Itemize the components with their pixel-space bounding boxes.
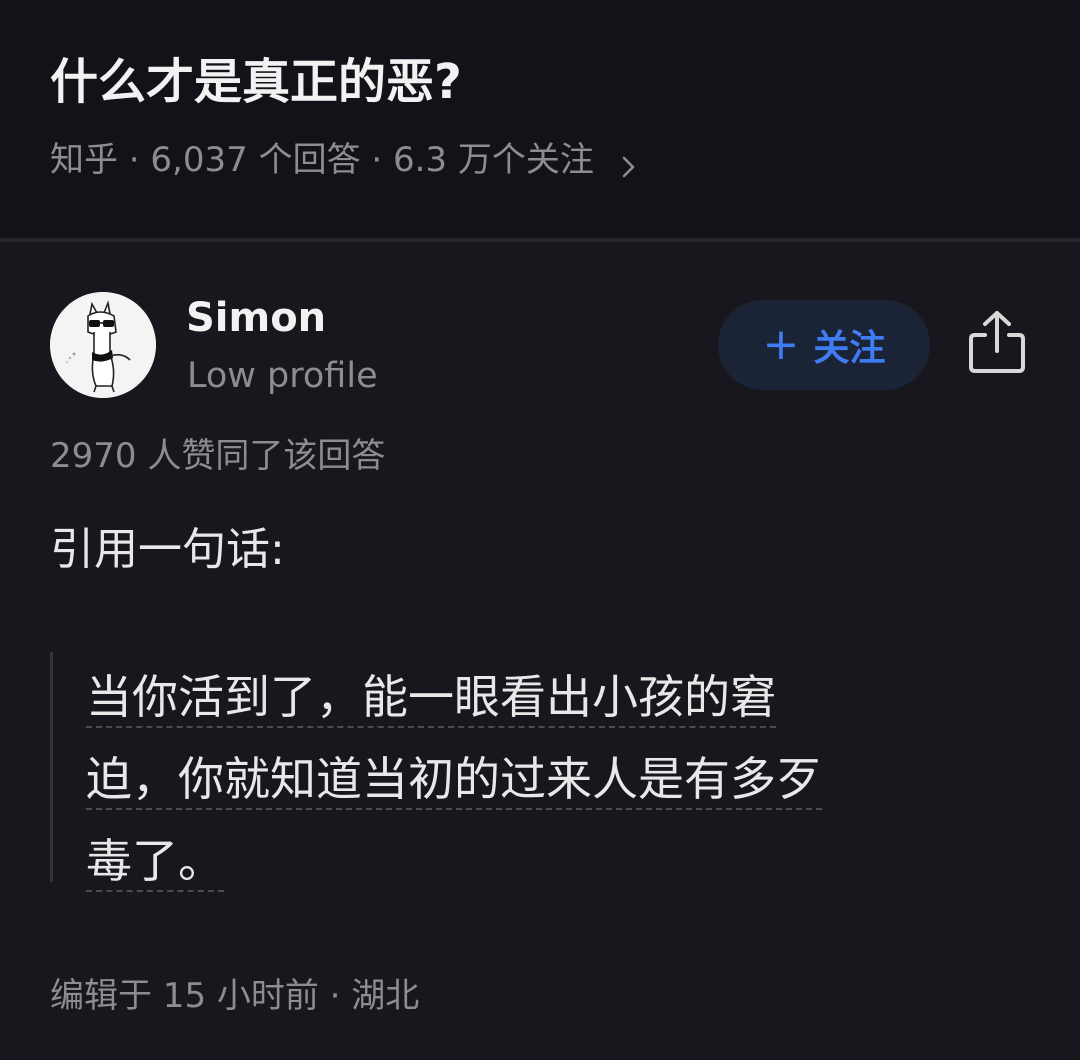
question-header: 什么才是真正的恶? 知乎 · 6,037 个回答 · 6.3 万个关注 [0,0,1080,238]
quote-line: 当你活到了，能一眼看出小孩的窘 [86,670,776,728]
plus-icon: + [762,319,800,370]
question-meta-link[interactable]: 知乎 · 6,037 个回答 · 6.3 万个关注 [50,136,642,184]
alpaca-avatar-icon [50,292,156,398]
blockquote-bar [50,652,53,882]
question-title[interactable]: 什么才是真正的恶? [50,50,462,114]
follow-label: 关注 [813,328,886,369]
question-meta-text: 知乎 · 6,037 个回答 · 6.3 万个关注 [50,140,594,180]
author-avatar[interactable] [50,292,156,398]
share-icon [969,311,1025,373]
answer-intro-text: 引用一句话: [50,524,285,575]
author-name[interactable]: Simon [186,292,326,344]
blockquote: 当你活到了，能一眼看出小孩的窘 迫，你就知道当初的过来人是有多歹 毒了。 [50,652,1030,892]
author-bio: Low profile [187,356,378,396]
answer-card: Simon Low profile + 关注 2970 人赞同了该回答 引用一句… [0,242,1080,1060]
quote-line: 迫，你就知道当初的过来人是有多歹 [86,752,822,810]
vote-summary: 2970 人赞同了该回答 [50,436,386,476]
share-button[interactable] [962,304,1032,380]
edit-info: 编辑于 15 小时前 · 湖北 [50,976,420,1016]
quote-line: 毒了。 [86,834,224,892]
quote-text: 当你活到了，能一眼看出小孩的窘 迫，你就知道当初的过来人是有多歹 毒了。 [86,656,1006,902]
follow-button[interactable]: + 关注 [718,300,930,390]
chevron-right-icon [614,146,642,178]
